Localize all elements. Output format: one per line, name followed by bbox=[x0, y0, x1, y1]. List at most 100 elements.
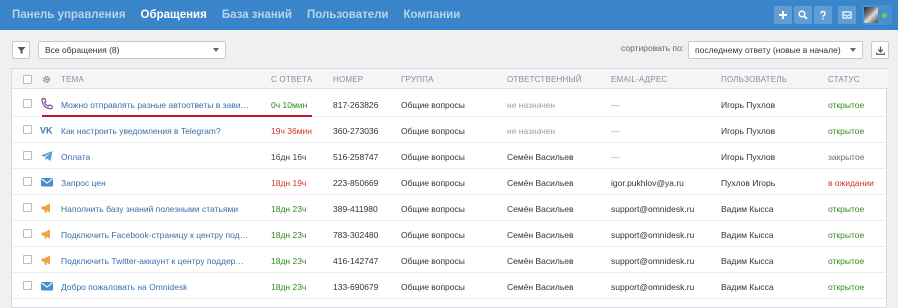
ticket-subject-link[interactable]: Как настроить уведомления в Telegram? bbox=[61, 126, 221, 136]
table-row[interactable]: Добро пожаловать на Omnidesk 18дн 23ч 13… bbox=[12, 273, 888, 299]
ticket-since-reply: 18дн 23ч bbox=[271, 230, 307, 240]
ticket-assignee: Семён Васильев bbox=[507, 256, 574, 266]
ticket-number: 360-273036 bbox=[333, 126, 379, 136]
top-navigation-bar: Панель управления Обращения База знаний … bbox=[0, 0, 898, 30]
table-row[interactable]: Запрос цен 18дн 19ч 223-850669 Общие воп… bbox=[12, 169, 888, 195]
messages-button[interactable] bbox=[838, 6, 856, 24]
row-checkbox[interactable] bbox=[23, 203, 32, 212]
ticket-subject-link[interactable]: Оплата bbox=[61, 152, 90, 162]
ticket-group: Общие вопросы bbox=[401, 204, 465, 214]
ticket-subject-link[interactable]: Наполнить базу знаний полезными статьями bbox=[61, 204, 238, 214]
ticket-email: — bbox=[611, 152, 620, 162]
row-checkbox[interactable] bbox=[23, 125, 32, 134]
ticket-filter-select[interactable]: Все обращения (8) bbox=[38, 41, 226, 59]
ticket-user[interactable]: Пухлов Игорь bbox=[721, 178, 775, 188]
ticket-number: 516-258747 bbox=[333, 152, 379, 162]
ticket-number: 389-411980 bbox=[333, 204, 378, 214]
nav-users[interactable]: Пользователи bbox=[307, 9, 389, 21]
ticket-subject-link[interactable]: Подключить Twitter-аккаунт к центру подд… bbox=[61, 256, 244, 266]
ticket-user[interactable]: Вадим Кысса bbox=[721, 204, 774, 214]
topbar-actions bbox=[772, 5, 898, 25]
table-row[interactable]: Наполнить базу знаний полезными статьями… bbox=[12, 195, 888, 221]
row-checkbox[interactable] bbox=[23, 99, 32, 108]
ticket-email: — bbox=[611, 100, 620, 110]
megaphone-icon bbox=[41, 203, 50, 213]
ticket-subject-link[interactable]: Добро пожаловать на Omnidesk bbox=[61, 282, 187, 292]
ticket-user[interactable]: Вадим Кысса bbox=[721, 282, 774, 292]
table-header: ТЕМА С ОТВЕТА НОМЕР ГРУППА ОТВЕТСТВЕННЫЙ… bbox=[12, 69, 888, 89]
column-header-assignee[interactable]: ОТВЕТСТВЕННЫЙ bbox=[507, 75, 582, 84]
table-row[interactable]: Подключить Facebook-страницу к центру по… bbox=[12, 221, 888, 247]
sort-select[interactable]: последнему ответу (новые в начале) bbox=[688, 41, 863, 59]
ticket-user[interactable]: Вадим Кысса bbox=[721, 256, 774, 266]
ticket-status: закрытое bbox=[828, 152, 865, 162]
table-row[interactable]: Оплата 16дн 16ч 516-258747 Общие вопросы… bbox=[12, 143, 888, 169]
nav-tickets[interactable]: Обращения bbox=[141, 9, 207, 21]
ticket-number: 783-302480 bbox=[333, 230, 379, 240]
ticket-status: открытое bbox=[828, 204, 865, 214]
phone-icon bbox=[41, 97, 53, 110]
row-checkbox[interactable] bbox=[23, 255, 32, 264]
column-header-user[interactable]: ПОЛЬЗОВАТЕЛЬ bbox=[721, 75, 787, 84]
export-button[interactable] bbox=[871, 41, 889, 59]
row-checkbox[interactable] bbox=[23, 281, 32, 290]
megaphone-icon bbox=[41, 255, 50, 265]
ticket-user[interactable]: Игорь Пухлов bbox=[721, 126, 775, 136]
table-row[interactable]: Можно отправлять разные автоответы в зав… bbox=[12, 91, 888, 117]
ticket-number: 223-850669 bbox=[333, 178, 379, 188]
envelope-icon bbox=[41, 178, 53, 187]
ticket-since-reply: 0ч 10мин bbox=[271, 100, 308, 110]
ticket-number: 416-142747 bbox=[333, 256, 379, 266]
column-header-subject[interactable]: ТЕМА bbox=[61, 75, 84, 84]
column-header-number[interactable]: НОМЕР bbox=[333, 75, 363, 84]
column-header-since[interactable]: С ОТВЕТА bbox=[271, 75, 312, 84]
table-row[interactable]: Подключить Twitter-аккаунт к центру подд… bbox=[12, 247, 888, 273]
ticket-subject-link[interactable]: Запрос цен bbox=[61, 178, 106, 188]
ticket-status: открытое bbox=[828, 282, 865, 292]
plus-icon bbox=[779, 11, 787, 19]
ticket-status: открытое bbox=[828, 100, 865, 110]
column-header-status[interactable]: СТАТУС bbox=[828, 75, 860, 84]
ticket-since-reply: 18дн 19ч bbox=[271, 178, 307, 188]
row-checkbox[interactable] bbox=[23, 177, 32, 186]
search-icon bbox=[798, 10, 808, 20]
ticket-user[interactable]: Игорь Пухлов bbox=[721, 100, 775, 110]
gear-icon[interactable] bbox=[42, 75, 51, 84]
ticket-user[interactable]: Вадим Кысса bbox=[721, 230, 774, 240]
nav-dashboard[interactable]: Панель управления bbox=[12, 9, 126, 21]
ticket-user[interactable]: Игорь Пухлов bbox=[721, 152, 775, 162]
column-header-group[interactable]: ГРУППА bbox=[401, 75, 434, 84]
column-header-email[interactable]: EMAIL-АДРЕС bbox=[611, 75, 667, 84]
sort-select-value: последнему ответу (новые в начале) bbox=[695, 45, 841, 55]
user-menu[interactable] bbox=[862, 5, 892, 25]
ticket-since-reply: 16дн 16ч bbox=[271, 152, 307, 162]
avatar bbox=[864, 7, 878, 23]
ticket-filter-value: Все обращения (8) bbox=[45, 45, 120, 55]
nav-knowledge-base[interactable]: База знаний bbox=[222, 9, 292, 21]
row-checkbox[interactable] bbox=[23, 229, 32, 238]
ticket-since-reply: 18дн 23ч bbox=[271, 256, 307, 266]
search-button[interactable] bbox=[794, 6, 812, 24]
table-row[interactable]: VK Как настроить уведомления в Telegram?… bbox=[12, 117, 888, 143]
add-button[interactable] bbox=[774, 6, 792, 24]
tickets-table: ТЕМА С ОТВЕТА НОМЕР ГРУППА ОТВЕТСТВЕННЫЙ… bbox=[11, 68, 888, 308]
ticket-group: Общие вопросы bbox=[401, 126, 465, 136]
ticket-since-reply: 18дн 23ч bbox=[271, 282, 307, 292]
nav-companies[interactable]: Компании bbox=[404, 9, 461, 21]
ticket-email: support@omnidesk.ru bbox=[611, 204, 695, 214]
help-button[interactable] bbox=[814, 6, 832, 24]
ticket-subject-link[interactable]: Подключить Facebook-страницу к центру по… bbox=[61, 230, 248, 240]
select-all-checkbox[interactable] bbox=[23, 75, 32, 84]
ticket-email: — bbox=[611, 126, 620, 136]
ticket-email: support@omnidesk.ru bbox=[611, 230, 695, 240]
ticket-group: Общие вопросы bbox=[401, 178, 465, 188]
ticket-since-reply: 18дн 23ч bbox=[271, 204, 307, 214]
ticket-subject-link[interactable]: Можно отправлять разные автоответы в зав… bbox=[61, 100, 249, 110]
row-checkbox[interactable] bbox=[23, 151, 32, 160]
ticket-status: открытое bbox=[828, 230, 865, 240]
telegram-icon bbox=[41, 151, 53, 161]
filter-icon bbox=[17, 46, 25, 54]
filter-button[interactable] bbox=[12, 41, 30, 59]
ticket-assignee: Семён Васильев bbox=[507, 230, 574, 240]
ticket-group: Общие вопросы bbox=[401, 100, 465, 110]
